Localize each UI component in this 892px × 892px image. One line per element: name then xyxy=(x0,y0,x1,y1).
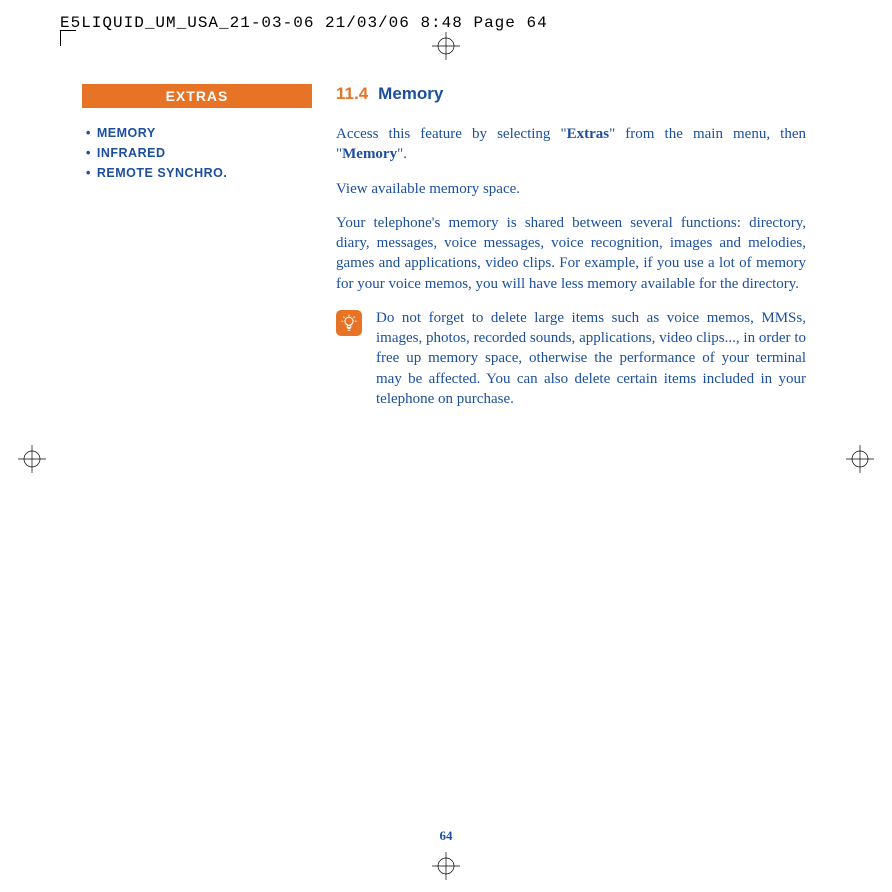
section-title: Memory xyxy=(378,84,443,103)
sidebar-item-memory: • MEMORY xyxy=(86,126,312,140)
shared-memory-paragraph: Your telephone's memory is shared betwee… xyxy=(336,213,806,294)
sidebar-items: • MEMORY • INFRARED • REMOTE SYNCHRO. xyxy=(86,126,312,180)
lightbulb-icon xyxy=(336,310,362,336)
sidebar-item-label: MEMORY xyxy=(97,126,156,140)
text: Access this feature by selecting " xyxy=(336,126,567,142)
bullet-icon: • xyxy=(86,166,91,180)
tip-block: Do not forget to delete large items such… xyxy=(336,308,806,409)
sidebar-title: EXTRAS xyxy=(82,84,312,108)
sidebar-item-infrared: • INFRARED xyxy=(86,146,312,160)
bold-extras: Extras xyxy=(567,126,610,142)
main-content: 11.4 Memory Access this feature by select… xyxy=(336,84,806,409)
registration-mark-top-icon xyxy=(432,32,460,60)
bold-memory: Memory xyxy=(342,146,397,162)
bullet-icon: • xyxy=(86,146,91,160)
crop-corner-mark xyxy=(60,30,76,46)
registration-mark-left-icon xyxy=(18,445,46,473)
sidebar: EXTRAS • MEMORY • INFRARED • REMOTE SYNCHRO… xyxy=(82,84,312,186)
registration-mark-bottom-icon xyxy=(432,852,460,880)
sidebar-item-remote-synchro: • REMOTE SYNCHRO. xyxy=(86,166,312,180)
sidebar-item-label: REMOTE SYNCHRO. xyxy=(97,166,227,180)
page-number: 64 xyxy=(0,828,892,844)
section-number: 11.4 xyxy=(336,84,368,103)
sidebar-item-label: INFRARED xyxy=(97,146,166,160)
crop-info-header: E5LIQUID_UM_USA_21-03-06 21/03/06 8:48 P… xyxy=(60,14,548,32)
view-line: View available memory space. xyxy=(336,179,806,199)
access-paragraph: Access this feature by selecting "Extras… xyxy=(336,124,806,165)
registration-mark-right-icon xyxy=(846,445,874,473)
bullet-icon: • xyxy=(86,126,91,140)
section-heading: 11.4 Memory xyxy=(336,84,806,104)
text: ". xyxy=(397,146,407,162)
tip-paragraph: Do not forget to delete large items such… xyxy=(376,308,806,409)
page: E5LIQUID_UM_USA_21-03-06 21/03/06 8:48 P… xyxy=(0,0,892,892)
